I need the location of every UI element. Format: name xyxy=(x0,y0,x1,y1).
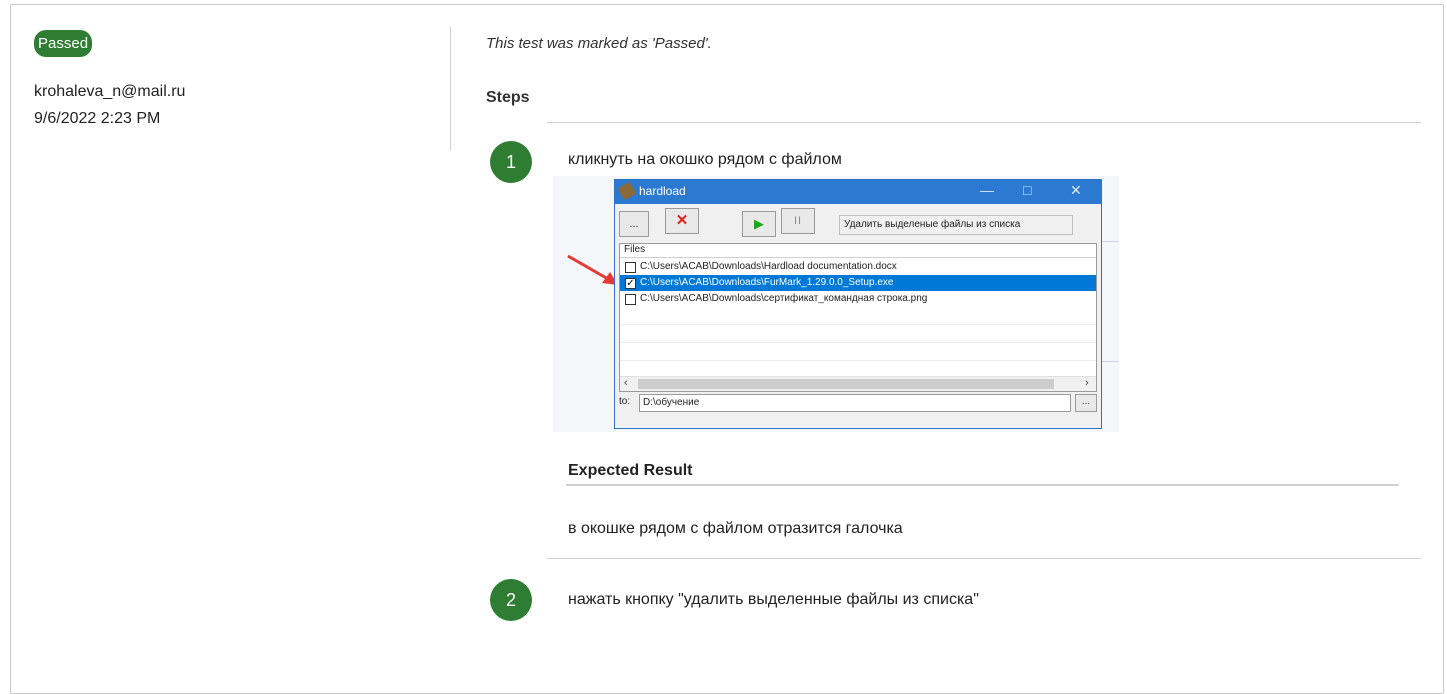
step-1-action: кликнуть на окошко рядом с файлом xyxy=(568,151,842,168)
scroll-right-icon[interactable]: › xyxy=(1085,377,1089,389)
minimize-icon[interactable]: — xyxy=(980,182,994,198)
maximize-icon[interactable]: □ xyxy=(1023,182,1031,198)
file-row[interactable]: C:\Users\ACAB\Downloads\сертификат_коман… xyxy=(620,291,1096,307)
expected-divider xyxy=(566,484,1399,486)
file-row[interactable]: C:\Users\ACAB\Downloads\Hardload documen… xyxy=(620,259,1096,275)
hardload-window: hardload — □ ✕ ... ✕ ▶ II Удалить выделе… xyxy=(614,179,1102,429)
divider xyxy=(547,122,1421,123)
file-row-selected[interactable]: ✓ C:\Users\ACAB\Downloads\FurMark_1.29.0… xyxy=(620,275,1096,291)
app-icon xyxy=(617,181,637,201)
start-button[interactable]: ▶ xyxy=(742,211,776,237)
destination-browse-button[interactable]: ... xyxy=(1075,394,1097,412)
file-checkbox-checked[interactable]: ✓ xyxy=(625,278,636,289)
pause-button[interactable]: II xyxy=(781,208,815,234)
window-title: hardload xyxy=(639,184,686,198)
horizontal-scrollbar[interactable]: ‹ › xyxy=(620,376,1096,391)
status-badge: Passed xyxy=(34,30,93,57)
delete-files-button[interactable]: ✕ xyxy=(665,208,699,234)
divider xyxy=(547,558,1421,559)
result-date: 9/6/2022 2:23 PM xyxy=(34,110,161,127)
scrollbar-thumb[interactable] xyxy=(638,379,1054,389)
step-number-2: 2 xyxy=(490,579,532,621)
destination-label: to: xyxy=(619,396,631,407)
close-icon[interactable]: ✕ xyxy=(1070,182,1082,199)
destination-field[interactable]: D:\обучение xyxy=(639,394,1071,412)
window-titlebar: hardload — □ ✕ xyxy=(615,180,1101,204)
file-checkbox[interactable] xyxy=(625,262,636,273)
browse-button[interactable]: ... xyxy=(619,211,649,237)
files-column-header: Files xyxy=(620,244,1096,258)
scroll-left-icon[interactable]: ‹ xyxy=(624,377,628,389)
step-2-action: нажать кнопку "удалить выделенные файлы … xyxy=(568,591,979,608)
step-number-1: 1 xyxy=(490,141,532,183)
steps-heading: Steps xyxy=(486,89,530,106)
result-note: This test was marked as 'Passed'. xyxy=(486,35,712,52)
expected-result-text: в окошке рядом с файлом отразится галочк… xyxy=(568,520,903,537)
file-checkbox[interactable] xyxy=(625,294,636,305)
status-tooltip: Удалить выделеные файлы из списка xyxy=(839,215,1073,235)
file-path: C:\Users\ACAB\Downloads\Hardload documen… xyxy=(640,261,897,272)
expected-result-heading: Expected Result xyxy=(568,462,693,479)
file-list[interactable]: Files C:\Users\ACAB\Downloads\Hardload d… xyxy=(619,243,1097,392)
file-path: C:\Users\ACAB\Downloads\сертификат_коман… xyxy=(640,293,928,304)
author-email: krohaleva_n@mail.ru xyxy=(34,83,186,100)
file-path: C:\Users\ACAB\Downloads\FurMark_1.29.0.0… xyxy=(640,277,894,288)
column-divider xyxy=(450,27,451,151)
